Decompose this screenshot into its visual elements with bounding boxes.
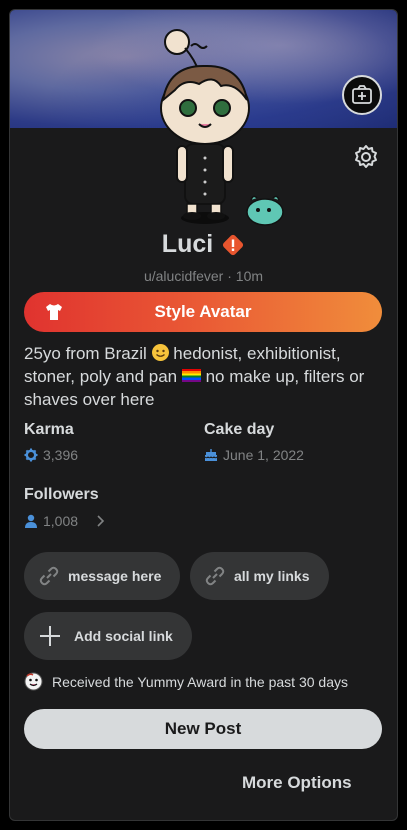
profile-bio: 25yo from Brazil hedonist, exhibitionist… bbox=[24, 342, 386, 411]
shirt-icon bbox=[46, 304, 62, 320]
cakeday-label: Cake day bbox=[204, 421, 275, 438]
message-link-button[interactable]: message here bbox=[24, 552, 180, 600]
add-social-link-label: Add social link bbox=[74, 628, 173, 644]
message-link-label: message here bbox=[68, 568, 162, 584]
style-avatar-button[interactable]: Style Avatar bbox=[24, 292, 382, 332]
add-photo-icon bbox=[352, 85, 372, 104]
karma-value: 3,396 bbox=[43, 447, 79, 463]
all-links-button[interactable]: all my links bbox=[190, 552, 329, 600]
link-icon bbox=[205, 566, 225, 586]
followers-value-row[interactable]: 1,008 bbox=[24, 513, 107, 529]
snoo-avatar[interactable] bbox=[155, 20, 285, 230]
cakeday-value-row: June 1, 2022 bbox=[204, 447, 304, 463]
link-icon bbox=[39, 566, 59, 586]
change-banner-button[interactable] bbox=[342, 75, 382, 115]
profile-card: Luci u/alucidfever · 10m Style Avatar 25… bbox=[9, 9, 398, 821]
new-post-label: New Post bbox=[164, 719, 242, 738]
new-post-button[interactable]: New Post bbox=[24, 709, 382, 749]
award-row: Received the Yummy Award in the past 30 … bbox=[24, 672, 348, 691]
karma-label: Karma bbox=[24, 421, 74, 438]
display-name: Luci bbox=[161, 230, 214, 258]
award-text: Received the Yummy Award in the past 30 … bbox=[52, 673, 348, 690]
karma-icon bbox=[24, 448, 38, 462]
more-options-button[interactable]: More Options bbox=[242, 773, 352, 793]
username-handle: u/alucidfever · 10m bbox=[143, 268, 264, 284]
smiling-face-emoji-icon bbox=[151, 344, 169, 361]
gear-icon[interactable] bbox=[352, 143, 380, 171]
cake-icon bbox=[204, 449, 218, 461]
all-links-label: all my links bbox=[234, 568, 310, 584]
add-social-link-button[interactable]: Add social link bbox=[24, 612, 192, 660]
followers-label: Followers bbox=[24, 486, 99, 503]
bio-part1: 25yo from Brazil bbox=[24, 344, 147, 363]
user-icon bbox=[25, 514, 37, 528]
plus-icon bbox=[40, 626, 60, 646]
chevron-right-icon bbox=[97, 515, 105, 527]
followers-value: 1,008 bbox=[43, 513, 79, 529]
karma-value-row: 3,396 bbox=[24, 447, 78, 463]
style-avatar-label: Style Avatar bbox=[154, 302, 252, 321]
cakeday-value: June 1, 2022 bbox=[223, 447, 304, 463]
warning-icon[interactable] bbox=[221, 233, 245, 257]
award-icon bbox=[24, 672, 43, 691]
name-row: Luci bbox=[10, 230, 397, 259]
rainbow-flag-emoji-icon bbox=[181, 369, 201, 382]
